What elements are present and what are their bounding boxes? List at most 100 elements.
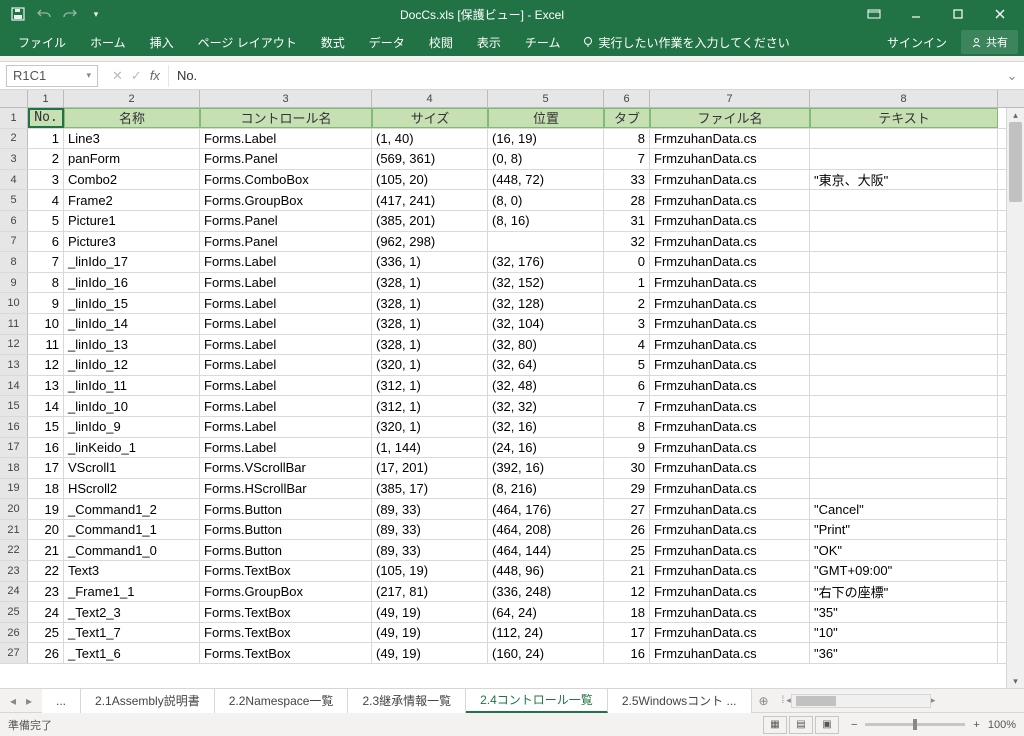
cell[interactable]: (217, 81) [372, 582, 488, 602]
sheet-tab[interactable]: 2.4コントロール一覧 [466, 689, 608, 713]
cancel-formula-icon[interactable]: ✕ [112, 68, 123, 84]
cell[interactable]: _linKeido_1 [64, 438, 200, 458]
cell[interactable]: VScroll1 [64, 458, 200, 478]
cell[interactable] [488, 232, 604, 252]
cell[interactable]: Forms.Label [200, 252, 372, 272]
sheet-tab[interactable]: 2.3継承情報一覧 [348, 689, 466, 713]
cell[interactable]: (32, 48) [488, 376, 604, 396]
cell[interactable]: Forms.Label [200, 314, 372, 334]
cell[interactable]: 1 [28, 129, 64, 149]
cell[interactable]: (32, 64) [488, 355, 604, 375]
cell[interactable]: 11 [28, 335, 64, 355]
header-cell[interactable]: 名称 [64, 108, 200, 128]
cell[interactable]: 7 [604, 149, 650, 169]
cell[interactable]: (89, 33) [372, 499, 488, 519]
cell[interactable] [810, 335, 998, 355]
cell[interactable] [810, 252, 998, 272]
header-cell[interactable]: タブ [604, 108, 650, 128]
enter-formula-icon[interactable]: ✓ [131, 68, 142, 84]
cell[interactable]: 12 [28, 355, 64, 375]
cell[interactable]: FrmzuhanData.cs [650, 129, 810, 149]
cell[interactable]: 6 [604, 376, 650, 396]
cell[interactable]: Forms.GroupBox [200, 582, 372, 602]
cell[interactable]: _linIdo_14 [64, 314, 200, 334]
cell[interactable]: _Text2_3 [64, 602, 200, 622]
cell[interactable]: Frame2 [64, 190, 200, 210]
row-header[interactable]: 5 [0, 190, 28, 210]
cell[interactable]: _linIdo_11 [64, 376, 200, 396]
cell[interactable]: Forms.Button [200, 499, 372, 519]
ribbon-tab-数式[interactable]: 数式 [309, 28, 357, 56]
cell[interactable]: FrmzuhanData.cs [650, 190, 810, 210]
cell[interactable]: 2 [28, 149, 64, 169]
cell[interactable]: (336, 248) [488, 582, 604, 602]
cell[interactable]: 5 [28, 211, 64, 231]
cell[interactable]: 20 [28, 520, 64, 540]
cell[interactable]: 5 [604, 355, 650, 375]
header-cell[interactable]: コントロール名 [200, 108, 372, 128]
cell[interactable]: 4 [604, 335, 650, 355]
cell[interactable]: FrmzuhanData.cs [650, 561, 810, 581]
row-header[interactable]: 18 [0, 458, 28, 478]
col-header-4[interactable]: 4 [372, 90, 488, 107]
header-cell[interactable]: No. [28, 108, 64, 128]
cell[interactable]: 3 [604, 314, 650, 334]
cell[interactable]: (32, 32) [488, 396, 604, 416]
undo-icon[interactable] [36, 6, 52, 22]
cell[interactable]: (16, 19) [488, 129, 604, 149]
row-header[interactable]: 26 [0, 623, 28, 643]
cell[interactable]: _Text1_7 [64, 623, 200, 643]
cell[interactable] [810, 190, 998, 210]
cell[interactable] [810, 479, 998, 499]
cell[interactable]: (49, 19) [372, 602, 488, 622]
cell[interactable]: "35" [810, 602, 998, 622]
cell[interactable]: 8 [28, 273, 64, 293]
cell[interactable]: Forms.Panel [200, 211, 372, 231]
cell[interactable]: _Frame1_1 [64, 582, 200, 602]
row-header[interactable]: 8 [0, 252, 28, 272]
cell[interactable]: _linIdo_16 [64, 273, 200, 293]
cell[interactable]: (448, 72) [488, 170, 604, 190]
cell[interactable]: (8, 16) [488, 211, 604, 231]
cell[interactable]: FrmzuhanData.cs [650, 314, 810, 334]
row-header[interactable]: 2 [0, 129, 28, 149]
hscrollbar-thumb[interactable] [796, 696, 836, 706]
cell[interactable]: _Command1_2 [64, 499, 200, 519]
ribbon-tab-ページ レイアウト[interactable]: ページ レイアウト [186, 28, 309, 56]
cell[interactable]: (89, 33) [372, 540, 488, 560]
cell[interactable]: Forms.TextBox [200, 602, 372, 622]
cell[interactable]: Forms.Label [200, 293, 372, 313]
signin-link[interactable]: サインイン [873, 34, 961, 51]
cell[interactable]: 8 [604, 129, 650, 149]
cell[interactable]: Forms.Label [200, 396, 372, 416]
cell[interactable] [810, 396, 998, 416]
cell[interactable]: "GMT+09:00" [810, 561, 998, 581]
cell[interactable]: Forms.Label [200, 438, 372, 458]
cell[interactable]: 25 [28, 623, 64, 643]
scrollbar-thumb[interactable] [1009, 122, 1022, 202]
cell[interactable]: (328, 1) [372, 335, 488, 355]
cell[interactable]: "OK" [810, 540, 998, 560]
cell[interactable] [810, 273, 998, 293]
row-header[interactable]: 13 [0, 355, 28, 375]
zoom-level[interactable]: 100% [988, 719, 1016, 731]
cell[interactable]: FrmzuhanData.cs [650, 376, 810, 396]
cell[interactable]: 9 [28, 293, 64, 313]
cell[interactable]: Forms.Label [200, 355, 372, 375]
ribbon-tab-校閲[interactable]: 校閲 [417, 28, 465, 56]
cell[interactable]: (32, 152) [488, 273, 604, 293]
cell[interactable]: Forms.TextBox [200, 623, 372, 643]
row-header[interactable]: 7 [0, 232, 28, 252]
cell[interactable]: (336, 1) [372, 252, 488, 272]
cell[interactable] [810, 438, 998, 458]
cell[interactable]: FrmzuhanData.cs [650, 479, 810, 499]
cell[interactable]: (24, 16) [488, 438, 604, 458]
cell[interactable]: Line3 [64, 129, 200, 149]
cell[interactable]: 24 [28, 602, 64, 622]
cell[interactable]: (32, 16) [488, 417, 604, 437]
cell[interactable]: 21 [28, 540, 64, 560]
cell[interactable] [810, 232, 998, 252]
row-header[interactable]: 15 [0, 396, 28, 416]
cell[interactable]: FrmzuhanData.cs [650, 232, 810, 252]
cell[interactable]: (0, 8) [488, 149, 604, 169]
